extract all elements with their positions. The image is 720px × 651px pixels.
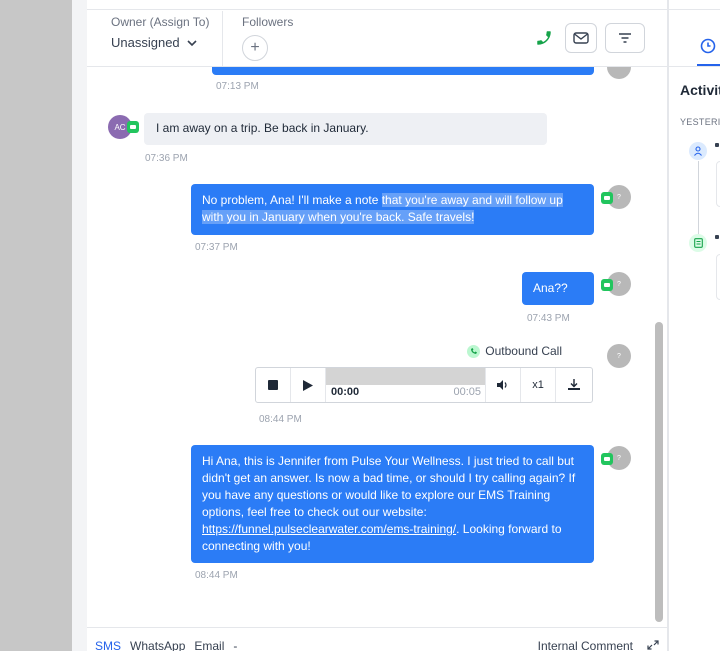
website-link[interactable]: https://funnel.pulseclearwater.com/ems-t… [202, 522, 456, 536]
top-strip [0, 0, 720, 10]
download-icon [568, 379, 580, 390]
activity-card[interactable] [716, 161, 720, 207]
followers-label: Followers [242, 15, 294, 29]
filter-icon [619, 33, 631, 43]
email-button[interactable] [565, 23, 597, 53]
message-bubble-outbound: Hi Ana, this is Jennifer from Pulse Your… [191, 445, 594, 563]
tab-whatsapp[interactable]: WhatsApp [130, 639, 185, 651]
activity-text [715, 235, 719, 239]
message-text: No problem, Ana! I'll make a note [202, 193, 382, 207]
agent-avatar: ? [607, 344, 631, 368]
day-label: YESTERI [680, 117, 720, 127]
owner-label: Owner (Assign To) [111, 15, 210, 29]
owner-dropdown[interactable]: Unassigned [111, 35, 209, 50]
sms-badge-icon [601, 279, 613, 291]
internal-comment-tab[interactable]: Internal Comment [538, 639, 633, 651]
progress-track [326, 368, 485, 385]
chevron-down-icon [187, 39, 197, 46]
sms-badge-icon [601, 192, 613, 204]
activity-text [715, 143, 719, 147]
sidebar-gutter [72, 0, 87, 651]
mail-icon [573, 32, 589, 44]
timeline-line [698, 161, 699, 236]
tab-email[interactable]: Email [194, 639, 224, 651]
activity-panel: Activit YESTERI [669, 11, 720, 651]
header-actions [531, 23, 645, 53]
note-icon [689, 234, 707, 252]
message-time: 08:44 PM [195, 570, 238, 581]
message-time: 08:44 PM [259, 414, 302, 425]
followers: Followers + [242, 15, 293, 61]
divider [669, 66, 720, 67]
filter-button[interactable] [605, 23, 645, 53]
play-icon [303, 379, 313, 391]
message-bubble-outbound: Ana?? [522, 272, 594, 305]
thread-scrollbar[interactable] [655, 322, 663, 622]
play-button[interactable] [291, 368, 326, 402]
owner-value: Unassigned [111, 35, 180, 50]
owner-assign[interactable]: Owner (Assign To) Unassigned [111, 15, 209, 50]
user-icon [689, 142, 707, 160]
channel-tabs: SMS WhatsApp Email - [95, 639, 237, 651]
conversation-header: Owner (Assign To) Unassigned Followers + [87, 11, 667, 67]
message-time: 07:37 PM [195, 242, 238, 253]
stop-icon [268, 380, 278, 390]
header-divider [222, 11, 223, 67]
seek-bar[interactable]: 00:00 00:05 [326, 368, 486, 402]
call-label: Outbound Call [485, 344, 562, 358]
tab-activity-indicator [697, 64, 720, 66]
activity-title: Activit [680, 82, 720, 98]
sms-badge-icon [601, 453, 613, 465]
activity-card[interactable] [716, 254, 720, 300]
message-bubble-inbound: I am away on a trip. Be back in January. [144, 113, 547, 145]
composer-tabs: SMS WhatsApp Email - Internal Comment [87, 627, 667, 651]
volume-icon [497, 380, 507, 390]
avatar [607, 67, 631, 79]
message-time: 07:43 PM [527, 313, 570, 324]
phone-icon[interactable] [531, 25, 557, 51]
duration: 00:05 [453, 386, 481, 398]
message-time: 07:13 PM [216, 81, 259, 92]
message-bubble-outbound [212, 67, 594, 75]
call-icon [467, 344, 481, 358]
message-time: 07:36 PM [145, 153, 188, 164]
download-button[interactable] [556, 368, 592, 402]
call-recording-player: 00:00 00:05 x1 [255, 367, 593, 403]
playback-speed-button[interactable]: x1 [521, 368, 556, 402]
current-time: 00:00 [331, 386, 360, 398]
clock-icon[interactable] [700, 38, 716, 54]
tab-sms[interactable]: SMS [95, 639, 121, 651]
conversation-page: 567 selected▶ y Owner (Assign To) Unassi… [0, 0, 720, 651]
expand-icon[interactable] [647, 640, 659, 650]
sidebar-scrollbar[interactable] [0, 0, 72, 651]
stop-button[interactable] [256, 368, 291, 402]
sms-badge-icon [127, 121, 139, 133]
outbound-call-header: Outbound Call [467, 344, 562, 358]
message-text: Hi Ana, this is Jennifer from Pulse Your… [202, 454, 576, 519]
message-bubble-outbound: No problem, Ana! I'll make a note that y… [191, 184, 594, 235]
add-follower-button[interactable]: + [242, 35, 268, 61]
volume-button[interactable] [486, 368, 521, 402]
message-thread: 07:13 PM AC I am away on a trip. Be back… [87, 67, 667, 627]
tab-more[interactable]: - [233, 639, 237, 651]
